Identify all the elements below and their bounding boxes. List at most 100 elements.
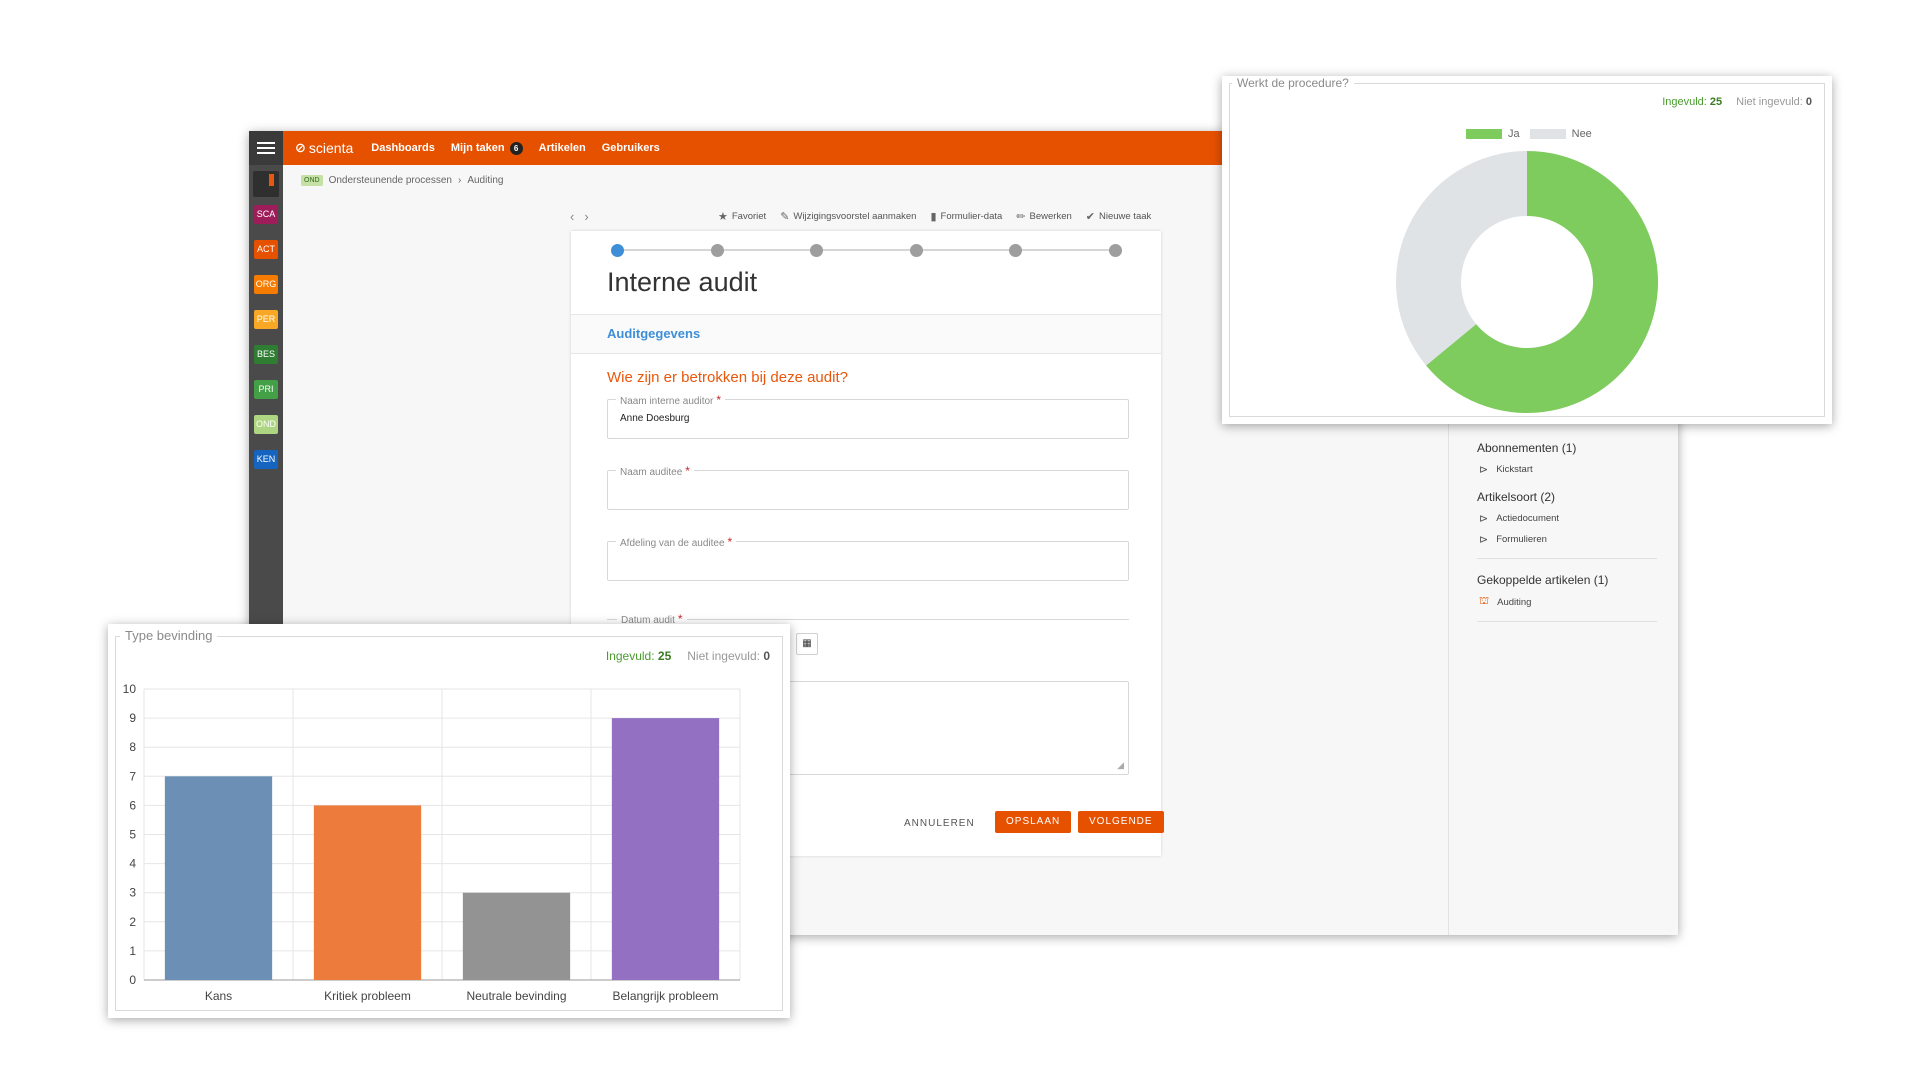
nav-dashboards[interactable]: Dashboards	[371, 142, 435, 154]
step-dot[interactable]	[611, 244, 624, 257]
nav-label: Mijn taken	[450, 142, 505, 154]
bar-chart-widget: Type bevinding Ingevuld: 25 Niet ingevul…	[108, 624, 790, 1018]
right-divider	[1448, 421, 1449, 935]
change-proposal-button[interactable]: ✎ Wijzigingsvoorstel aanmaken	[780, 210, 916, 223]
y-tick-label: 4	[129, 857, 136, 871]
auditor-name-value: Anne Doesburg	[620, 413, 690, 424]
bar-kritiek-probleem[interactable]	[313, 805, 422, 980]
article-toolbar: ★ Favoriet ✎ Wijzigingsvoorstel aanmaken ▮…	[718, 210, 1151, 223]
tag-item[interactable]: ⊳ Actiedocument	[1477, 512, 1657, 525]
rail-badge-ond[interactable]: OND	[254, 415, 278, 434]
nav-mijn-taken[interactable]: Mijn taken 6	[450, 141, 523, 155]
nav-gebruikers[interactable]: Gebruikers	[602, 142, 660, 154]
subscriptions-heading: Abonnementen (1)	[1477, 441, 1577, 455]
donut-chart	[1396, 151, 1658, 414]
y-tick-label: 2	[129, 915, 136, 929]
donut-slice-nee[interactable]	[1396, 151, 1527, 366]
question-heading: Wie zijn er betrokken bij deze audit?	[607, 369, 848, 386]
save-button[interactable]: OPSLAAN	[995, 811, 1072, 833]
bar-chart-icon: ▮	[930, 211, 937, 223]
y-tick-label: 7	[129, 769, 136, 783]
tag-label: Kickstart	[1496, 464, 1533, 475]
pencil-icon: ✏	[1016, 211, 1026, 223]
x-tick-label: Kritiek probleem	[324, 989, 411, 1003]
rail-badge-pri[interactable]: PRI	[254, 380, 278, 399]
edit-button[interactable]: ✏ Bewerken	[1016, 210, 1071, 223]
favorite-button[interactable]: ★ Favoriet	[718, 210, 766, 223]
required-mark: *	[685, 464, 690, 478]
step-dot[interactable]	[909, 244, 923, 257]
tag-item[interactable]: ⊳ Kickstart	[1477, 463, 1657, 476]
rail-badge-per[interactable]: PER	[254, 310, 278, 329]
chevron-left-icon[interactable]: ‹	[570, 209, 574, 224]
rail-badge-sca[interactable]: SCA	[254, 205, 278, 224]
rail-badge-bes[interactable]: BES	[254, 345, 278, 364]
y-tick-label: 5	[129, 828, 136, 842]
check-task-icon: ✔	[1085, 211, 1095, 223]
form-data-button[interactable]: ▮ Formulier-data	[930, 210, 1002, 223]
field-label: Naam auditee *	[616, 464, 694, 478]
auditee-name-field[interactable]: Naam auditee *	[607, 464, 1129, 510]
hamburger-menu-icon[interactable]	[249, 131, 283, 165]
next-button[interactable]: VOLGENDE	[1078, 811, 1164, 833]
nav-label: Dashboards	[371, 142, 435, 154]
tool-label: Favoriet	[731, 211, 767, 222]
rail-badge-act[interactable]: ACT	[254, 240, 278, 259]
field-label-text: Naam interne auditor	[620, 396, 714, 407]
task-count-badge: 6	[509, 141, 523, 155]
pager: ‹ ›	[570, 209, 589, 224]
tag-label: Formulieren	[1496, 534, 1547, 545]
brand-logo[interactable]: ⊘ scienta	[295, 140, 353, 156]
linked-articles-heading: Gekoppelde artikelen (1)	[1477, 573, 1609, 587]
tag-label: Actiedocument	[1496, 513, 1560, 524]
section-header: Auditgegevens	[571, 314, 1161, 354]
field-label-text: Naam auditee	[620, 467, 683, 478]
rail-badge-ken[interactable]: KEN	[254, 450, 278, 469]
breadcrumb-separator: ›	[457, 175, 462, 186]
bookmark-icon[interactable]	[253, 171, 279, 197]
breadcrumb-item-auditing[interactable]: Auditing	[467, 175, 503, 186]
cancel-button[interactable]: ANNULEREN	[904, 818, 975, 829]
auditor-name-field[interactable]: Naam interne auditor * Anne Doesburg	[607, 393, 1129, 439]
y-tick-label: 0	[129, 973, 136, 987]
bar-kans[interactable]	[164, 776, 273, 980]
bar-chart: 0 1 2 3 4 5 6 7 8 9 10 Kans Kritiek probleem Neutrale…	[123, 682, 741, 1003]
resize-grip-icon[interactable]: ◢	[1117, 760, 1124, 771]
nav-artikelen[interactable]: Artikelen	[539, 142, 586, 154]
y-tick-label: 8	[129, 740, 136, 754]
breadcrumb: OND Ondersteunende processen › Auditing	[301, 175, 503, 186]
step-dot[interactable]	[710, 244, 724, 257]
section-title: Auditgegevens	[607, 326, 701, 341]
bar-belangrijk-probleem[interactable]	[611, 718, 720, 980]
y-tick-label: 3	[129, 886, 136, 900]
calendar-icon[interactable]: ▦	[796, 633, 818, 655]
breadcrumb-item-ondersteunende[interactable]: Ondersteunende processen	[329, 175, 452, 186]
x-tick-label: Kans	[205, 989, 232, 1003]
bar-neutrale-bevinding[interactable]	[462, 892, 571, 980]
tool-label: Wijzigingsvoorstel aanmaken	[793, 211, 917, 222]
auditee-department-field[interactable]: Afdeling van de auditee *	[607, 535, 1129, 581]
step-dot[interactable]	[810, 244, 824, 257]
step-dot[interactable]	[1009, 244, 1023, 257]
field-label: Afdeling van de auditee *	[616, 535, 737, 549]
tool-label: Formulier-data	[940, 211, 1003, 222]
y-tick-label: 1	[129, 944, 136, 958]
stepper-line	[616, 249, 1116, 251]
field-label-text: Afdeling van de auditee	[620, 538, 725, 549]
tool-label: Nieuwe taak	[1098, 211, 1152, 222]
y-tick-label: 10	[123, 682, 137, 696]
step-dot[interactable]	[1109, 244, 1122, 257]
chevron-right-icon[interactable]: ›	[584, 209, 588, 224]
tag-item[interactable]: ⊳ Formulieren	[1477, 533, 1657, 546]
linked-article-item[interactable]: ⛫ Auditing	[1477, 595, 1657, 609]
x-tick-label: Neutrale bevinding	[466, 989, 566, 1003]
article-meta-panel: Abonnementen (1) ⊳ Kickstart Artikelsoort…	[1477, 441, 1657, 622]
divider	[1477, 621, 1657, 622]
required-mark: *	[716, 393, 722, 407]
edit-document-icon: ✎	[780, 211, 790, 223]
new-task-button[interactable]: ✔ Nieuwe taak	[1086, 210, 1152, 223]
required-mark: *	[727, 535, 733, 549]
rail-badge-org[interactable]: ORG	[254, 275, 278, 294]
nav-label: Gebruikers	[601, 142, 660, 154]
y-tick-label: 6	[129, 798, 136, 812]
